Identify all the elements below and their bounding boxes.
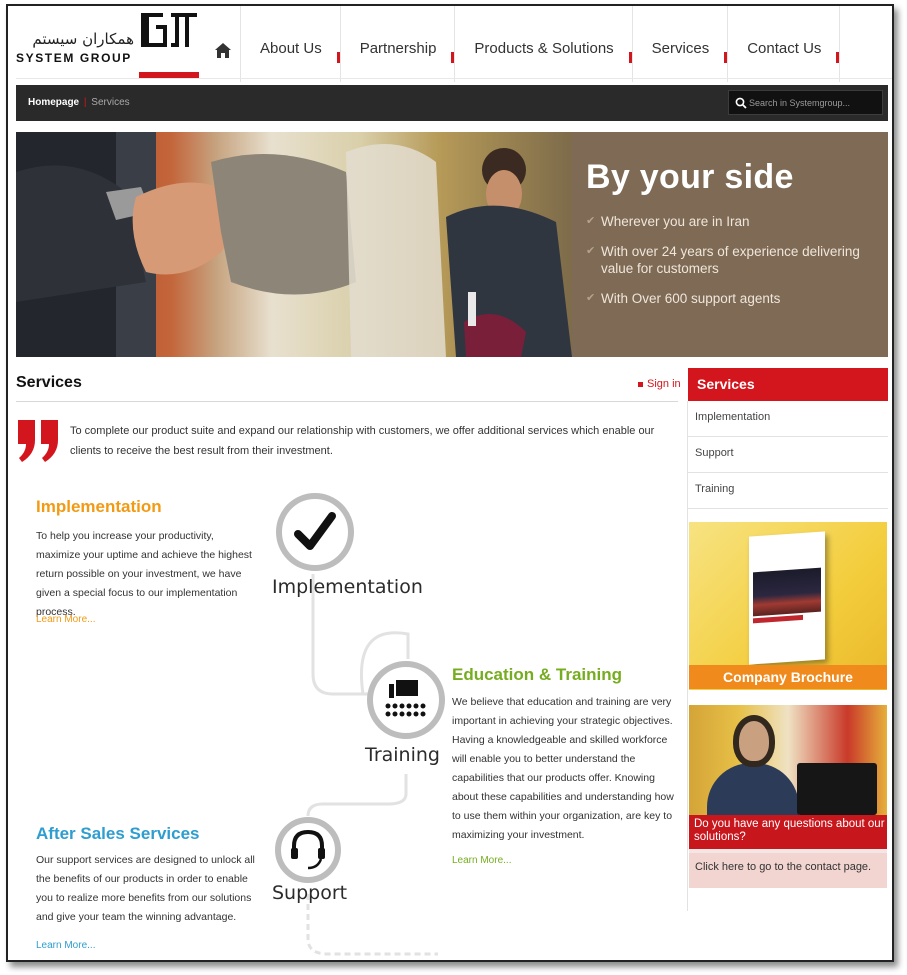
nav-contact-us[interactable]: Contact Us (727, 6, 840, 82)
support-agent-photo (689, 705, 887, 819)
after-sales-text: Our support services are designed to unl… (36, 854, 255, 923)
sidebar-item-support[interactable]: Support (688, 437, 888, 473)
hero-handshake-photo (16, 132, 572, 357)
nav-products-solutions[interactable]: Products & Solutions (454, 6, 632, 82)
nav-partnership[interactable]: Partnership (339, 6, 455, 82)
implementation-heading: Implementation (36, 497, 162, 516)
page-frame: همکاران سیستم SYSTEM GROUP About Us Part… (6, 4, 894, 962)
intro-paragraph: To complete our product suite and expand… (70, 425, 655, 457)
breadcrumb-current: Services (91, 97, 130, 108)
sidebar-item-implementation[interactable]: Implementation (688, 401, 888, 437)
nav-label: Products & Solutions (474, 39, 614, 57)
education-learn-more-link[interactable]: Learn More... (452, 855, 511, 866)
brochure-cover-image (749, 531, 825, 665)
section-divider (16, 401, 678, 402)
agent-body-shape (707, 763, 799, 819)
page-title: Services (16, 374, 82, 391)
education-heading: Education & Training (452, 665, 623, 684)
nav-label: About Us (260, 39, 322, 57)
sign-in-link[interactable]: Sign in (638, 378, 681, 390)
contact-banner[interactable]: Do you have any questions about our solu… (689, 705, 887, 888)
main-nav: About Us Partnership Products & Solution… (240, 6, 841, 82)
square-bullet-icon (638, 381, 643, 387)
hero-banner: By your side ✔ Wherever you are in Iran ✔… (16, 132, 888, 357)
hero-points: ✔ Wherever you are in Iran ✔ With over 24 … (586, 213, 888, 307)
nav-about-us[interactable]: About Us (240, 6, 340, 82)
implementation-text: To help you increase your productivity, … (36, 530, 252, 618)
after-sales-heading: After Sales Services (36, 824, 200, 843)
hero-point-text: With Over 600 support agents (601, 291, 781, 306)
brochure-cover-stripe (753, 614, 803, 624)
hero-point: ✔ With Over 600 support agents (586, 290, 888, 307)
breadcrumb: Homepage | Services (28, 97, 130, 108)
support-headset-icon (275, 817, 341, 883)
nav-divider-mark (836, 52, 840, 63)
breadcrumb-home-link[interactable]: Homepage (28, 97, 79, 108)
nav-end-divider (839, 6, 841, 82)
implementation-check-icon (276, 493, 354, 571)
sidebar-item-training[interactable]: Training (688, 473, 888, 509)
checkmark-icon: ✔ (586, 215, 596, 227)
search-box[interactable] (728, 90, 883, 115)
monitor-shape (797, 763, 877, 815)
site-header: همکاران سیستم SYSTEM GROUP About Us Part… (8, 6, 892, 84)
nav-label: Contact Us (747, 39, 822, 57)
agent-head-shape (733, 715, 775, 767)
nav-label: Partnership (359, 39, 437, 57)
contact-question: Do you have any questions about our solu… (689, 815, 887, 849)
training-classroom-icon (367, 661, 445, 739)
hero-photo-illustration (16, 132, 572, 357)
logo-english-name: SYSTEM GROUP (16, 51, 132, 65)
brochure-label: Company Brochure (689, 665, 887, 689)
company-brochure-banner[interactable]: Company Brochure (689, 522, 887, 690)
implementation-learn-more-link[interactable]: Learn More... (36, 614, 95, 625)
home-icon[interactable] (214, 42, 232, 60)
contact-page-link[interactable]: Click here to go to the contact page. (689, 853, 887, 888)
checkmark-icon: ✔ (586, 292, 596, 304)
flow-label-support: Support (272, 882, 348, 904)
flow-label-training: Training (365, 744, 440, 766)
logo-mark-icon[interactable] (139, 9, 199, 78)
logo-text[interactable]: همکاران سیستم SYSTEM GROUP (16, 30, 134, 65)
nav-services[interactable]: Services (631, 6, 728, 82)
brochure-cover-photo (753, 567, 821, 617)
nav-label: Services (651, 39, 710, 57)
sign-in-label: Sign in (647, 378, 681, 390)
logo-persian-name: همکاران سیستم (32, 30, 134, 48)
hero-point-text: With over 24 years of experience deliver… (601, 244, 860, 276)
breadcrumb-bar: Homepage | Services (16, 85, 888, 121)
education-text: We believe that education and training a… (452, 696, 674, 841)
search-icon (735, 97, 747, 109)
flow-label-implementation: Implementation (272, 576, 423, 598)
search-input[interactable] (749, 95, 879, 111)
hero-text-panel: By your side ✔ Wherever you are in Iran ✔… (572, 132, 888, 357)
hero-point: ✔ With over 24 years of experience delive… (586, 243, 888, 277)
header-divider (16, 78, 892, 79)
breadcrumb-separator: | (83, 97, 87, 108)
checkmark-icon: ✔ (586, 245, 596, 257)
hero-point-text: Wherever you are in Iran (601, 214, 750, 229)
quote-icon (18, 420, 58, 462)
hero-point: ✔ Wherever you are in Iran (586, 213, 888, 230)
sidebar-title: Services (688, 368, 888, 401)
hero-title: By your side (586, 158, 794, 196)
after-sales-learn-more-link[interactable]: Learn More... (36, 940, 95, 951)
